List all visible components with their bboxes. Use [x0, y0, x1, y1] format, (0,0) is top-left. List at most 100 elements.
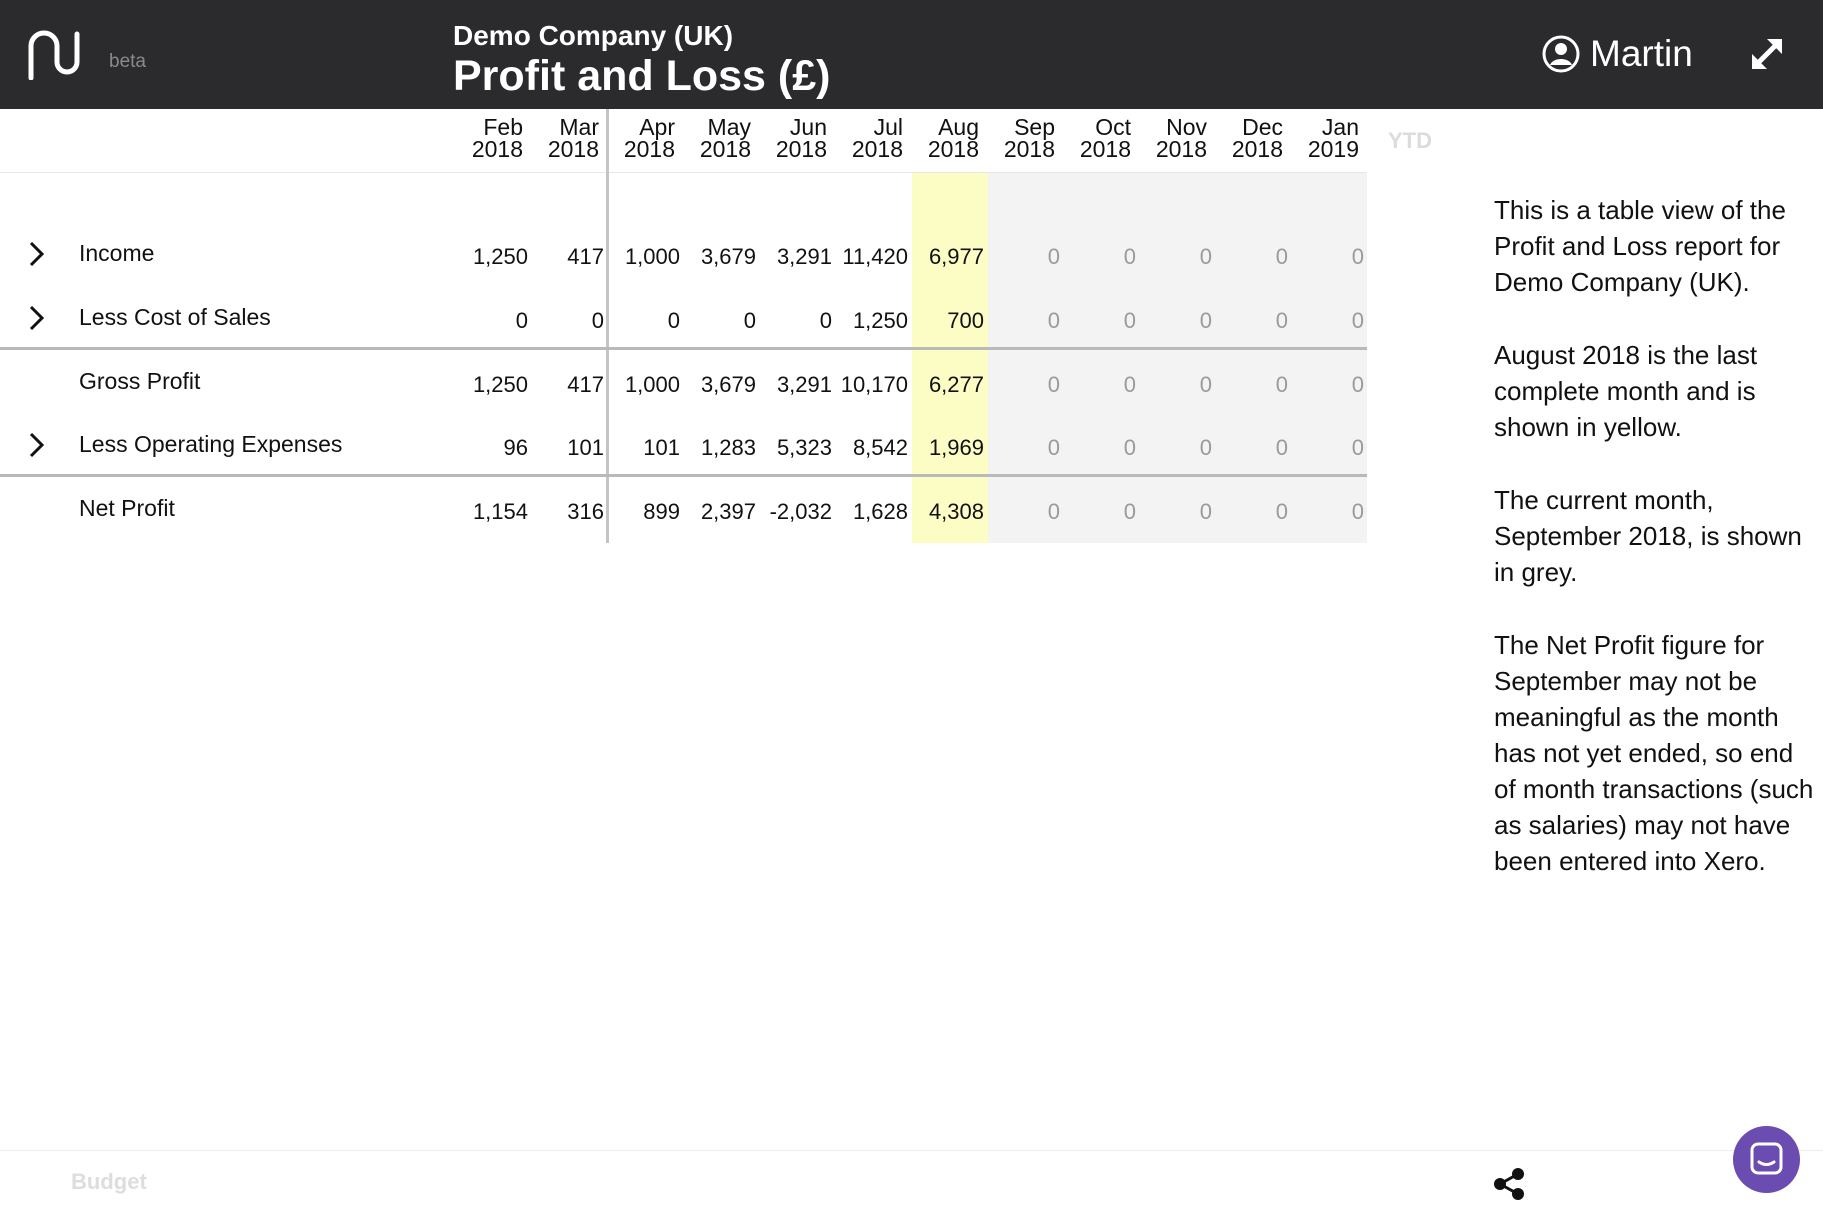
column-year: 2019 [1307, 136, 1359, 162]
info-paragraph: The Net Profit figure for September may … [1494, 630, 1814, 876]
table-cell: 0 [1199, 244, 1212, 269]
table-cell: 0 [1123, 308, 1136, 333]
info-panel: This is a table view of the Profit and L… [1494, 192, 1814, 916]
info-paragraph: The current month, September 2018, is sh… [1494, 485, 1802, 587]
share-icon[interactable] [1492, 1167, 1526, 1201]
column-year: 2018 [1155, 136, 1207, 162]
table-row: Gross Profit 1,250 417 1,000 3,679 3,291 10,17… [0, 352, 1367, 412]
column-month: Dec [1242, 114, 1283, 140]
chevron-right-icon[interactable] [26, 304, 48, 332]
column-month: Mar [559, 114, 599, 140]
table-cell: 0 [1199, 499, 1212, 524]
table-cell: 0 [1047, 372, 1060, 397]
column-month: Feb [483, 114, 523, 140]
column-year: 2018 [547, 136, 599, 162]
column-month: Jul [873, 114, 903, 140]
row-label: Less Cost of Sales [79, 304, 271, 330]
table-cell: 1,628 [852, 499, 908, 524]
table-cell: 417 [567, 372, 604, 397]
user-menu[interactable]: Martin [1542, 30, 1693, 78]
table-cell: 0 [1275, 244, 1288, 269]
column-month: May [707, 114, 751, 140]
table-cell: 1,250 [852, 308, 908, 333]
table-cell: 0 [1199, 308, 1212, 333]
table-cell: 899 [643, 499, 680, 524]
table-cell: 0 [1351, 244, 1364, 269]
table-cell: 316 [567, 499, 604, 524]
table-cell: 0 [1047, 244, 1060, 269]
table-cell: 0 [667, 308, 680, 333]
table-cell: 3,291 [776, 372, 832, 397]
table-cell: 10,170 [840, 372, 908, 397]
table-cell: 3,679 [700, 244, 756, 269]
table-cell: 0 [1275, 308, 1288, 333]
column-month: Aug [938, 114, 979, 140]
chevron-right-icon[interactable] [26, 240, 48, 268]
table-cell: 1,969 [928, 435, 984, 460]
column-header: Oct 2018 [1061, 114, 1131, 162]
table-cell: 0 [1123, 372, 1136, 397]
column-year: 2018 [471, 136, 523, 162]
row-label: Less Operating Expenses [79, 431, 343, 457]
column-header: Mar 2018 [529, 114, 599, 162]
table-cell: 0 [1275, 372, 1288, 397]
table-cell: 0 [1275, 435, 1288, 460]
expand-icon[interactable] [1749, 36, 1785, 72]
column-month: Sep [1014, 114, 1055, 140]
table-cell: 0 [1123, 499, 1136, 524]
table-cell: 417 [567, 244, 604, 269]
column-year: 2018 [1231, 136, 1283, 162]
table-cell: 0 [1047, 435, 1060, 460]
column-header: Aug 2018 [909, 114, 979, 162]
table-cell: 2,397 [700, 499, 756, 524]
beta-label: beta [109, 51, 146, 72]
table-cell: 5,323 [776, 435, 832, 460]
table-cell: 1,250 [472, 372, 528, 397]
table-cell: 0 [1047, 308, 1060, 333]
column-year: 2018 [1079, 136, 1131, 162]
table-cell: 0 [1123, 435, 1136, 460]
table-cell: 0 [1351, 499, 1364, 524]
column-month: Oct [1095, 114, 1131, 140]
table-cell: 1,000 [624, 244, 680, 269]
column-header: Sep 2018 [985, 114, 1055, 161]
table-cell: 1,250 [472, 244, 528, 269]
column-header: Jul 2018 [833, 114, 903, 161]
column-header: Feb 2018 [453, 114, 523, 162]
budget-tab[interactable]: Budget [71, 1169, 147, 1195]
user-circle-icon [1542, 35, 1580, 73]
column-header: Jan 2019 [1289, 114, 1359, 162]
column-month: Nov [1166, 114, 1207, 140]
column-year: 2018 [623, 136, 675, 162]
chevron-right-icon[interactable] [26, 431, 48, 459]
table-row[interactable]: Less Cost of Sales 0 0 0 0 0 1,250 700 0 0 0 0 0 [0, 288, 1367, 348]
table-cell: 0 [515, 308, 528, 333]
table-cell: 8,542 [852, 435, 908, 460]
row-label: Gross Profit [79, 368, 201, 394]
table-cell: 700 [947, 308, 984, 333]
table-cell: 1,154 [472, 499, 528, 524]
user-name: Martin [1590, 33, 1693, 74]
chat-icon [1750, 1142, 1783, 1175]
ytd-header[interactable]: YTD [1378, 128, 1442, 154]
table-cell: 101 [567, 435, 604, 460]
footer-divider [0, 1150, 1823, 1151]
chat-button[interactable] [1733, 1126, 1800, 1193]
table-cell: 0 [1351, 372, 1364, 397]
table-row[interactable]: Income 1,250 417 1,000 3,679 3,291 11,420 6,977… [0, 224, 1367, 284]
table-row: Net Profit 1,154 316 899 2,397 -2,032 1,628 4,3… [0, 479, 1367, 539]
info-paragraph: This is a table view of the Profit and L… [1494, 195, 1786, 297]
column-year: 2018 [775, 136, 827, 162]
column-year: 2018 [927, 136, 979, 162]
table-cell: 0 [1275, 499, 1288, 524]
table-row[interactable]: Less Operating Expenses 96 101 101 1,283 5,32… [0, 415, 1367, 475]
nu-logo-icon[interactable] [26, 28, 82, 80]
table-cell: 1,000 [624, 372, 680, 397]
header-divider [0, 172, 1367, 173]
company-name: Demo Company (UK) [453, 20, 734, 51]
column-header: Jun 2018 [757, 116, 827, 162]
table-cell: 0 [1351, 308, 1364, 333]
column-year: 2018 [699, 136, 751, 162]
table-cell: 6,277 [928, 372, 984, 397]
column-month: Jan [1321, 114, 1359, 140]
